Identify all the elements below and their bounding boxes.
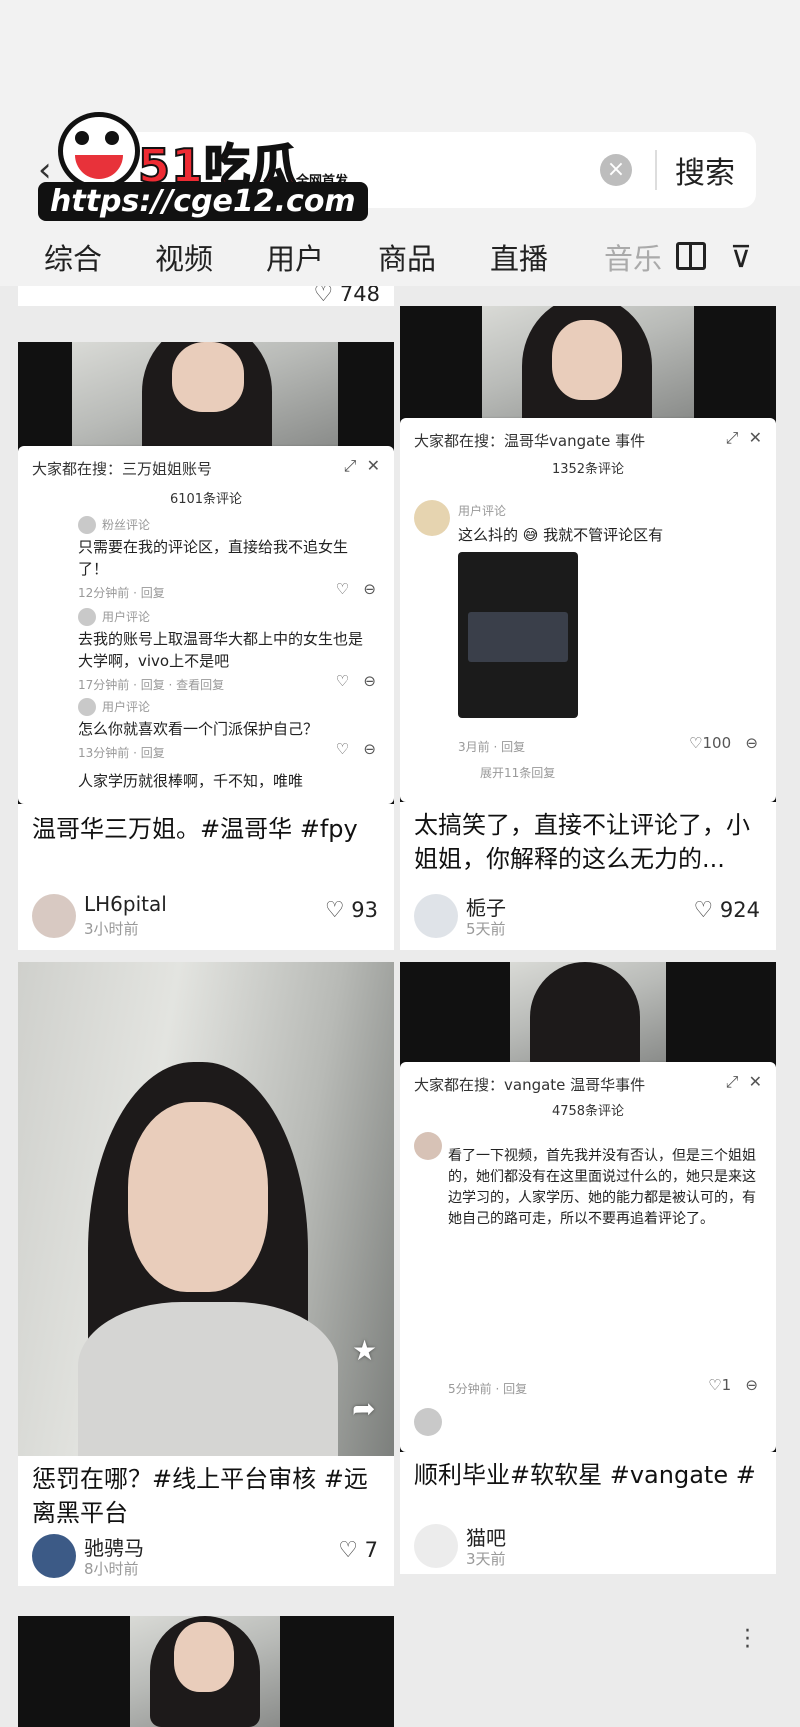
tab-users[interactable]: 用户 <box>266 236 324 278</box>
favorite-icon[interactable]: ★ <box>352 1334 377 1367</box>
video-thumbnail: 大家都在搜：vangate 温哥华事件 ⤢ ✕ 4758条评论 看了一下视频，首… <box>400 962 776 1452</box>
clear-icon[interactable]: × <box>600 154 632 186</box>
mascot-icon <box>58 112 140 190</box>
popup-header: 大家都在搜：三万姐姐账号 <box>32 460 213 478</box>
filter-icon[interactable]: ⊽ <box>730 240 752 275</box>
popup-close-icon: ⤢ ✕ <box>343 456 380 475</box>
avatar[interactable] <box>414 894 458 938</box>
author-name[interactable]: LH6pital <box>84 892 167 916</box>
tab-video[interactable]: 视频 <box>155 236 213 278</box>
like-count[interactable]: ♡ 7 <box>338 1538 378 1563</box>
video-thumbnail <box>18 1616 394 1727</box>
author-name[interactable]: 猫吧 <box>466 1522 506 1551</box>
post-time: 3小时前 <box>84 920 139 938</box>
comment-actions: ♡ ⊖ <box>335 580 376 598</box>
comment-actions: ♡ ⊖ <box>335 672 376 690</box>
tab-products[interactable]: 商品 <box>378 236 436 278</box>
popup-count: 4758条评论 <box>551 1104 625 1119</box>
card-title[interactable]: 顺利毕业#软软星 #vangate # <box>414 1458 762 1492</box>
video-thumbnail: 大家都在搜：温哥华vangate 事件 ⤢ ✕ 1352条评论 用户评论 这么抖… <box>400 306 776 802</box>
post-time: 5天前 <box>466 920 506 938</box>
thumbnail-photo <box>130 1616 280 1727</box>
tab-bar: 综合 视频 用户 商品 直播 音乐 ⊽ <box>0 230 800 286</box>
comment-text: 去我的账号上取温哥华大都上中的女生也是大学啊，vivo上不是吧 <box>78 630 364 670</box>
comment-meta: 12分钟前 · 回复 <box>78 586 165 600</box>
commenter-avatar <box>414 1132 442 1160</box>
author-name[interactable]: 驰骋马 <box>84 1532 144 1561</box>
comment-meta: 13分钟前 · 回复 <box>78 746 165 760</box>
tab-comprehensive[interactable]: 综合 <box>44 236 102 278</box>
comment-meta: 3月前 · 回复 <box>458 740 526 754</box>
comment-popup-screenshot: 大家都在搜：vangate 温哥华事件 ⤢ ✕ 4758条评论 看了一下视频，首… <box>400 1062 776 1452</box>
result-card-partial[interactable] <box>18 1616 394 1727</box>
comment-meta: 5分钟前 · 回复 <box>448 1382 528 1396</box>
expand-replies: 展开11条回复 <box>480 766 556 780</box>
popup-header: 大家都在搜：温哥华vangate 事件 <box>414 432 646 450</box>
comment-popup-screenshot: 大家都在搜：温哥华vangate 事件 ⤢ ✕ 1352条评论 用户评论 这么抖… <box>400 418 776 802</box>
tab-live[interactable]: 直播 <box>490 236 548 278</box>
comment-text: 看了一下视频，首先我并没有否认，但是三个姐姐的，她们都没有在这里面说过什么的，她… <box>448 1148 756 1227</box>
comment-text: 只需要在我的评论区，直接给我不追女生了！ <box>78 538 349 578</box>
result-card[interactable]: 大家都在搜：三万姐姐账号 ⤢ ✕ 6101条评论 粉丝评论 只需要在我的评论区，… <box>18 342 394 950</box>
thumbnail-photo <box>18 962 394 1456</box>
card-title[interactable]: 惩罚在哪？#线上平台审核 #远离黑平台 <box>32 1462 380 1530</box>
top-bar: ‹ × 搜索 51吃瓜 全网首发 https://cge12.com <box>0 0 800 230</box>
popup-header: 大家都在搜：vangate 温哥华事件 <box>414 1076 646 1094</box>
search-button[interactable]: 搜索 <box>675 148 735 192</box>
more-icon[interactable]: · · · <box>744 1621 751 1659</box>
result-card[interactable]: ★ ➦ 惩罚在哪？#线上平台审核 #远离黑平台 驰骋马 8小时前 ♡ 7 <box>18 962 394 1586</box>
like-count: ♡ 748 <box>313 286 380 306</box>
avatar[interactable] <box>32 894 76 938</box>
comment-actions: ♡ ⊖ <box>335 740 376 758</box>
watermark-url: https://cge12.com <box>38 182 368 221</box>
heart-icon: ♡ <box>324 898 345 923</box>
heart-icon: ♡ <box>693 898 714 923</box>
comment-text: 人家学历就很棒啊，千不知，唯唯 <box>78 772 304 790</box>
result-card[interactable]: 大家都在搜：温哥华vangate 事件 ⤢ ✕ 1352条评论 用户评论 这么抖… <box>400 306 776 950</box>
watermark-logo: 51吃瓜 全网首发 https://cge12.com <box>38 110 368 222</box>
comment-actions: ♡1 ⊖ <box>708 1376 758 1394</box>
popup-close-icon: ⤢ ✕ <box>725 428 762 447</box>
comment-text: 这么抖的 😅 我就不管评论区有 <box>458 526 664 544</box>
thumbnail-photo <box>72 342 338 462</box>
post-time: 8小时前 <box>84 1560 139 1578</box>
result-card[interactable]: 大家都在搜：vangate 温哥华事件 ⤢ ✕ 4758条评论 看了一下视频，首… <box>400 962 776 1574</box>
result-card-partial[interactable]: ♡ 748 <box>18 286 394 306</box>
layout-toggle-icon[interactable] <box>676 242 706 270</box>
comment-text: 怎么你就喜欢看一个门派保护自己？ <box>78 720 319 738</box>
thumbnail-photo <box>482 306 694 436</box>
avatar[interactable] <box>414 1524 458 1568</box>
heart-icon: ♡ <box>338 1538 358 1563</box>
video-thumbnail: ★ ➦ <box>18 962 394 1456</box>
post-time: 3天前 <box>466 1550 506 1568</box>
author-name[interactable]: 栀子 <box>466 892 506 921</box>
divider <box>655 150 657 190</box>
card-title[interactable]: 太搞笑了，直接不让评论了，小姐姐，你解释的这么无力的... <box>414 808 762 876</box>
comment-image <box>458 552 578 718</box>
comment-actions: ♡100 ⊖ <box>689 734 758 752</box>
commenter-avatar <box>414 500 450 536</box>
like-count[interactable]: ♡ 924 <box>693 898 760 923</box>
comment-popup-screenshot: 大家都在搜：三万姐姐账号 ⤢ ✕ 6101条评论 粉丝评论 只需要在我的评论区，… <box>18 446 394 804</box>
video-thumbnail: 大家都在搜：三万姐姐账号 ⤢ ✕ 6101条评论 粉丝评论 只需要在我的评论区，… <box>18 342 394 804</box>
share-icon[interactable]: ➦ <box>352 1392 375 1425</box>
results-feed: ♡ 748 大家都在搜：三万姐姐账号 ⤢ ✕ 6101条评论 粉丝评论 只需要在… <box>0 286 800 1727</box>
avatar[interactable] <box>32 1534 76 1578</box>
card-title[interactable]: 温哥华三万姐。#温哥华 #fpy <box>32 812 380 846</box>
popup-close-icon: ⤢ ✕ <box>725 1072 762 1091</box>
popup-count: 6101条评论 <box>169 492 243 507</box>
like-count[interactable]: ♡ 93 <box>325 898 378 923</box>
comment-meta: 17分钟前 · 回复 · 查看回复 <box>78 678 225 692</box>
popup-count: 1352条评论 <box>551 462 625 477</box>
thumbnail-photo <box>510 962 666 1072</box>
tab-music[interactable]: 音乐 <box>604 236 662 278</box>
heart-icon: ♡ <box>313 286 334 306</box>
